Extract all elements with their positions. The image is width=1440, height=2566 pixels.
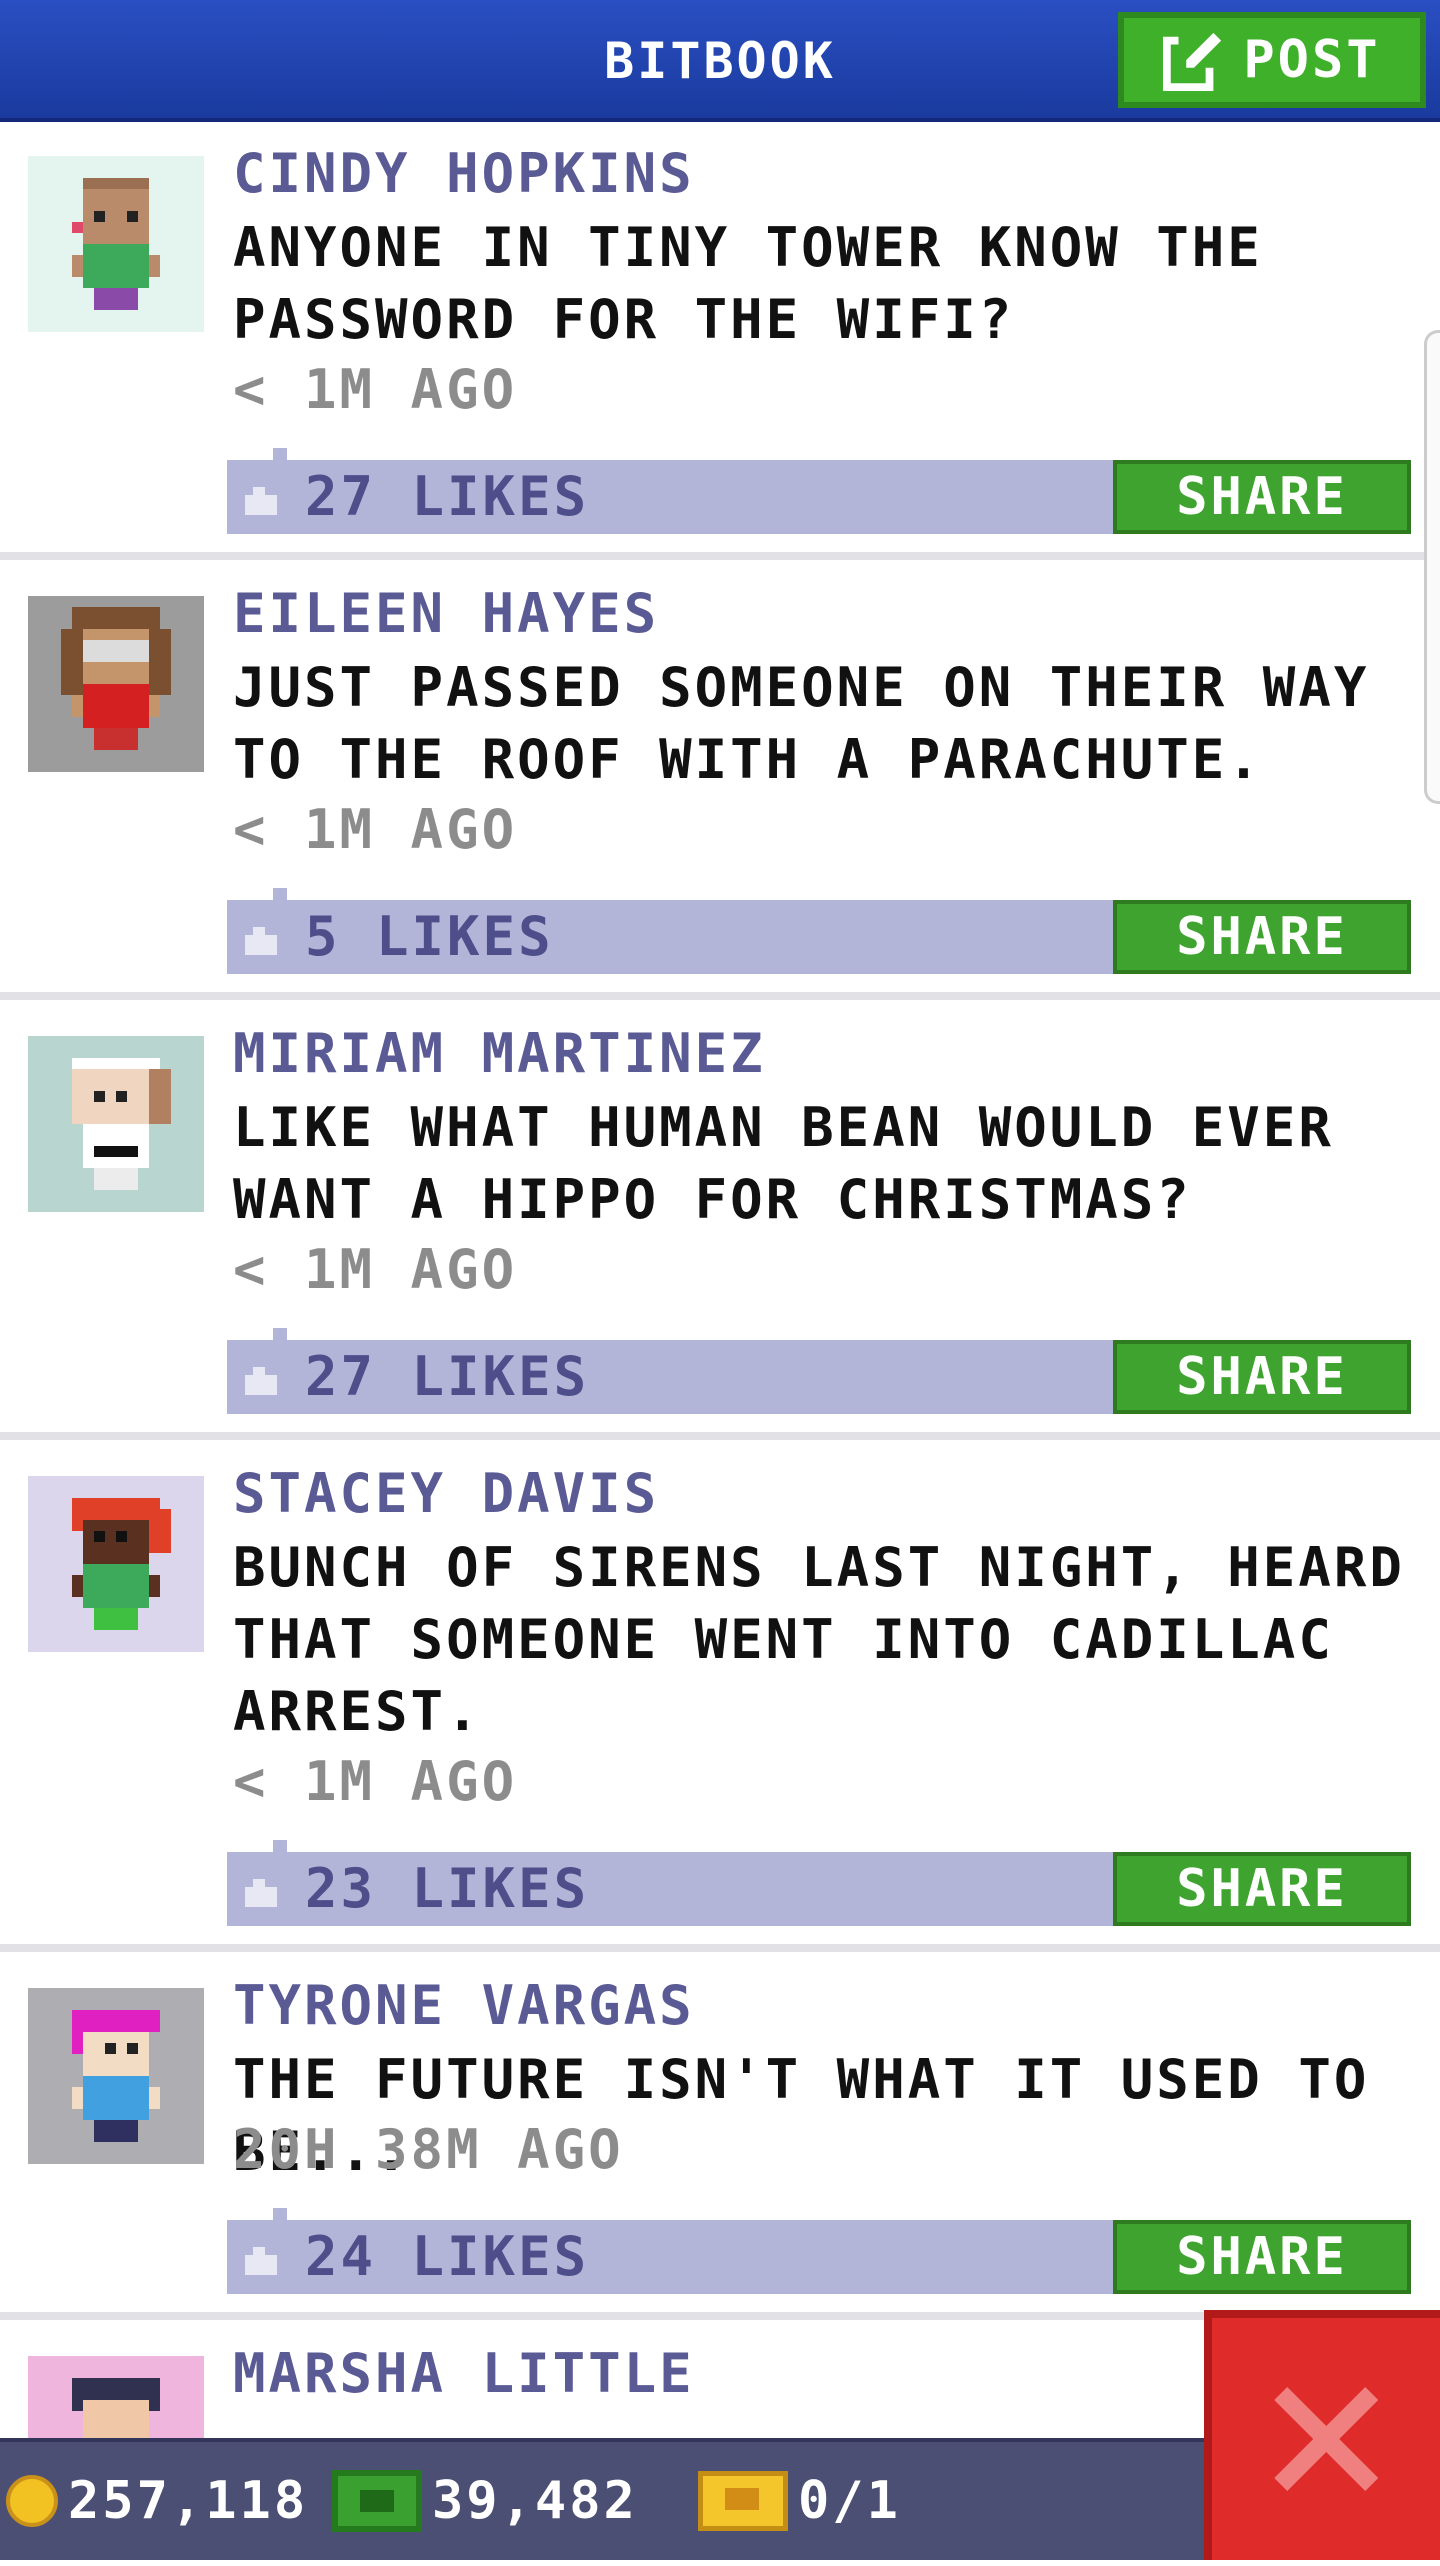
post-time: < 1M AGO	[233, 1750, 518, 1813]
coins-value: 257,118	[68, 2471, 309, 2531]
thumbs-up-icon	[245, 927, 277, 955]
close-icon	[1274, 2387, 1378, 2491]
scroll-indicator[interactable]	[1424, 330, 1440, 804]
thumbs-up-icon	[245, 487, 277, 515]
like-bar[interactable]: 23 LIKES SHARE	[227, 1840, 1411, 1926]
post-divider	[0, 992, 1440, 1000]
thumbs-up-icon	[245, 1879, 277, 1907]
share-button[interactable]: SHARE	[1113, 1340, 1411, 1414]
bux-icon	[332, 2470, 422, 2532]
vip-stat: 0/1	[698, 2442, 901, 2560]
like-count: 27 LIKES	[305, 465, 590, 528]
post-text: LIKE WHAT HUMAN BEAN WOULD EVER WANT A H…	[233, 1096, 1334, 1231]
feed-post: MIRIAM MARTINEZ LIKE WHAT HUMAN BEAN WOU…	[0, 1006, 1440, 1440]
post-divider	[0, 1944, 1440, 1952]
bux-stat: 39,482	[332, 2442, 638, 2560]
thumbs-up-icon	[245, 2247, 277, 2275]
like-count: 24 LIKES	[305, 2225, 590, 2288]
post-divider	[0, 1432, 1440, 1440]
avatar[interactable]	[28, 156, 204, 332]
author-name[interactable]: TYRONE VARGAS	[233, 1974, 695, 2037]
post-text: BUNCH OF SIRENS LAST NIGHT, HEARD THAT S…	[233, 1536, 1405, 1743]
top-bar: BITBOOK POST	[0, 0, 1440, 122]
like-count: 5 LIKES	[305, 905, 554, 968]
avatar[interactable]	[28, 1988, 204, 2164]
author-name[interactable]: EILEEN HAYES	[233, 582, 659, 645]
post-time: < 1M AGO	[233, 798, 518, 861]
avatar[interactable]	[28, 1036, 204, 1212]
share-button[interactable]: SHARE	[1113, 900, 1411, 974]
avatar[interactable]	[28, 1476, 204, 1652]
like-bar-notch	[273, 888, 287, 902]
bux-value: 39,482	[432, 2471, 638, 2531]
compose-icon	[1163, 29, 1226, 91]
close-button[interactable]	[1204, 2310, 1440, 2560]
post-button-label: POST	[1243, 30, 1381, 90]
like-bar[interactable]: 27 LIKES SHARE	[227, 448, 1411, 534]
vip-value: 0/1	[798, 2471, 901, 2531]
like-bar[interactable]: 27 LIKES SHARE	[227, 1328, 1411, 1414]
like-count: 27 LIKES	[305, 1345, 590, 1408]
author-name[interactable]: MARSHA LITTLE	[233, 2342, 695, 2405]
like-bar[interactable]: 24 LIKES SHARE	[227, 2208, 1411, 2294]
feed-post: TYRONE VARGAS THE FUTURE ISN'T WHAT IT U…	[0, 1958, 1440, 2320]
feed-post: EILEEN HAYES JUST PASSED SOMEONE ON THEI…	[0, 566, 1440, 1000]
author-name[interactable]: MIRIAM MARTINEZ	[233, 1022, 766, 1085]
post-time: < 1M AGO	[233, 1238, 518, 1301]
like-bar-notch	[273, 1328, 287, 1342]
post-time: < 1M AGO	[233, 358, 518, 421]
feed-post: STACEY DAVIS BUNCH OF SIRENS LAST NIGHT,…	[0, 1446, 1440, 1952]
post-time: 20H 38M AGO	[233, 2118, 624, 2181]
like-count: 23 LIKES	[305, 1857, 590, 1920]
share-button[interactable]: SHARE	[1113, 1852, 1411, 1926]
feed-post: CINDY HOPKINS ANYONE IN TINY TOWER KNOW …	[0, 126, 1440, 560]
avatar[interactable]	[28, 596, 204, 772]
coin-icon	[6, 2475, 58, 2527]
post-button[interactable]: POST	[1118, 12, 1426, 108]
author-name[interactable]: CINDY HOPKINS	[233, 142, 695, 205]
like-bar-notch	[273, 1840, 287, 1854]
post-text: JUST PASSED SOMEONE ON THEIR WAY TO THE …	[233, 656, 1370, 791]
like-bar[interactable]: 5 LIKES SHARE	[227, 888, 1411, 974]
thumbs-up-icon	[245, 1367, 277, 1395]
share-button[interactable]: SHARE	[1113, 2220, 1411, 2294]
coins-stat: 257,118	[6, 2442, 308, 2560]
author-name[interactable]: STACEY DAVIS	[233, 1462, 659, 1525]
like-bar-notch	[273, 2208, 287, 2222]
post-divider	[0, 552, 1440, 560]
vip-ticket-icon	[698, 2471, 788, 2531]
like-bar-notch	[273, 448, 287, 462]
share-button[interactable]: SHARE	[1113, 460, 1411, 534]
post-text: ANYONE IN TINY TOWER KNOW THE PASSWORD F…	[233, 216, 1263, 351]
